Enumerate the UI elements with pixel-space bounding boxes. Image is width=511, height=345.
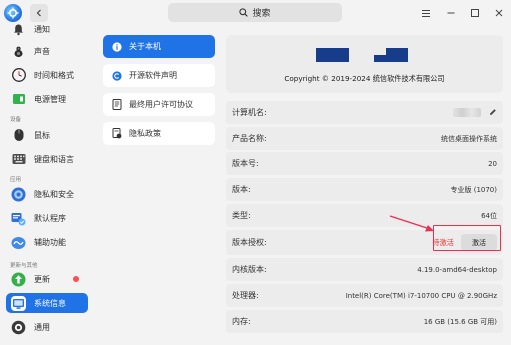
search-input[interactable]: 搜索 <box>168 3 342 22</box>
copyright-icon <box>112 70 122 81</box>
sidebar-item-notify[interactable]: 通知 <box>6 19 88 39</box>
cpu-label: 处理器: <box>232 291 259 300</box>
edition-value: 专业版 (1070) <box>450 185 497 194</box>
product-name-value: 统信桌面操作系统 <box>441 134 497 143</box>
product-name-label: 产品名称: <box>232 134 267 143</box>
sidebar-item-sysinfo[interactable]: 系统信息 <box>6 293 88 313</box>
sidebar-item-label: 系统信息 <box>34 298 66 308</box>
maximize-icon <box>471 9 479 17</box>
bell-icon <box>11 22 26 37</box>
version-no-value: 20 <box>488 159 497 168</box>
sidebar-item-general[interactable]: 通用 <box>6 317 88 337</box>
minimize-button[interactable] <box>444 6 458 20</box>
submenu-item-opensource[interactable]: 开源软件声明 <box>103 64 215 87</box>
search-icon <box>239 8 249 17</box>
sidebar-item-label: 鼠标 <box>34 130 50 140</box>
update-arrow-icon <box>11 272 26 287</box>
about-content: Copyright © 2019-2024 统信软件技术有限公司 计算机名: 产… <box>226 35 503 333</box>
about-submenu: 关于本机 开源软件声明 最终用户许可协议 隐私政策 <box>103 35 215 151</box>
row-type: 类型: 64位 <box>226 204 503 227</box>
close-icon <box>495 9 503 17</box>
kernel-label: 内核版本: <box>232 265 267 274</box>
row-cpu: 处理器: Intel(R) Core(TM) i7-10700 CPU @ 2.… <box>226 284 503 307</box>
memory-value: 16 GB (15.6 GB 可用) <box>423 317 497 326</box>
sidebar-item-privacy[interactable]: 隐私和安全 <box>6 184 88 204</box>
submenu-item-label: 关于本机 <box>129 42 161 51</box>
sidebar-item-label: 键盘和语言 <box>34 154 74 164</box>
clock-icon <box>11 68 26 83</box>
menu-button[interactable] <box>419 6 433 20</box>
privacy-doc-icon <box>112 128 122 139</box>
maximize-button[interactable] <box>468 6 482 20</box>
mouse-icon <box>11 128 26 143</box>
submenu-item-eula[interactable]: 最终用户许可协议 <box>103 93 215 116</box>
chevron-left-icon <box>36 9 41 17</box>
sidebar-item-label: 辅助功能 <box>34 237 66 247</box>
sidebar-item-assist[interactable]: 辅助功能 <box>6 232 88 252</box>
section-title-app: 应用 <box>10 177 22 183</box>
sidebar-item-mouse[interactable]: 鼠标 <box>6 125 88 145</box>
sidebar-item-label: 声音 <box>34 46 50 56</box>
hamburger-menu-icon <box>422 9 430 17</box>
sidebar-item-label: 隐私和安全 <box>34 189 74 199</box>
shield-icon <box>11 187 26 202</box>
submenu-item-label: 开源软件声明 <box>129 71 177 80</box>
minimize-icon <box>447 12 455 14</box>
license-label: 版本授权: <box>232 238 267 247</box>
row-edition: 版本: 专业版 (1070) <box>226 178 503 201</box>
accessibility-icon <box>11 235 26 250</box>
keyboard-icon <box>11 152 26 167</box>
sidebar-item-label: 时间和格式 <box>34 70 74 80</box>
sidebar-item-power[interactable]: 电源管理 <box>6 89 88 109</box>
submenu-item-privacy[interactable]: 隐私政策 <box>103 122 215 145</box>
search-placeholder: 搜索 <box>252 9 271 19</box>
close-button[interactable] <box>492 6 506 20</box>
row-computer-name: 计算机名: <box>226 101 503 124</box>
computer-name-label: 计算机名: <box>232 108 267 117</box>
os-logo-card: Copyright © 2019-2024 统信软件技术有限公司 <box>226 35 503 93</box>
default-apps-icon <box>11 211 26 226</box>
sidebar-item-label: 更新 <box>34 274 50 284</box>
sidebar: 通知 声音 时间和格式 电源管理 设备 鼠标 键盘和语言 应用 隐私和安全 默认… <box>0 24 94 345</box>
document-icon <box>112 99 122 110</box>
cpu-value: Intel(R) Core(TM) i7-10700 CPU @ 2.90GHz <box>345 291 497 300</box>
sidebar-item-time[interactable]: 时间和格式 <box>6 65 88 85</box>
info-icon <box>112 41 122 52</box>
kernel-value: 4.19.0-amd64-desktop <box>417 265 497 274</box>
annotation-highlight-box <box>433 225 501 251</box>
edition-label: 版本: <box>232 185 251 194</box>
submenu-item-label: 隐私政策 <box>129 129 161 138</box>
sidebar-item-label: 通知 <box>34 24 50 34</box>
general-settings-icon <box>11 320 26 335</box>
type-value: 64位 <box>481 211 497 220</box>
section-title-update-other: 更新与其他 <box>10 263 38 269</box>
speaker-icon <box>11 44 26 59</box>
sidebar-item-defaults[interactable]: 默认程序 <box>6 208 88 228</box>
version-no-label: 版本号: <box>232 159 259 168</box>
system-info-icon <box>11 295 26 311</box>
sidebar-item-label: 通用 <box>34 322 50 332</box>
computer-name-value-redacted <box>453 108 481 117</box>
row-product-name: 产品名称: 统信桌面操作系统 <box>226 127 503 150</box>
sidebar-item-sound[interactable]: 声音 <box>6 41 88 61</box>
edit-pencil-icon[interactable] <box>489 108 497 118</box>
battery-icon <box>11 92 26 107</box>
sidebar-item-keyboard[interactable]: 键盘和语言 <box>6 149 88 169</box>
update-badge-dot <box>73 276 79 282</box>
submenu-item-about[interactable]: 关于本机 <box>103 35 215 58</box>
submenu-item-label: 最终用户许可协议 <box>129 100 193 109</box>
copyright-text: Copyright © 2019-2024 统信软件技术有限公司 <box>284 74 445 83</box>
row-version-no: 版本号: 20 <box>226 152 503 175</box>
sidebar-item-label: 电源管理 <box>34 94 66 104</box>
annotation-arrow-icon <box>389 215 434 232</box>
sidebar-item-label: 默认程序 <box>34 213 66 223</box>
type-label: 类型: <box>232 211 251 220</box>
memory-label: 内存: <box>232 317 251 326</box>
row-memory: 内存: 16 GB (15.6 GB 可用) <box>226 310 503 333</box>
row-kernel: 内核版本: 4.19.0-amd64-desktop <box>226 258 503 281</box>
sidebar-item-update[interactable]: 更新 <box>6 269 88 289</box>
section-title-device: 设备 <box>10 117 22 123</box>
